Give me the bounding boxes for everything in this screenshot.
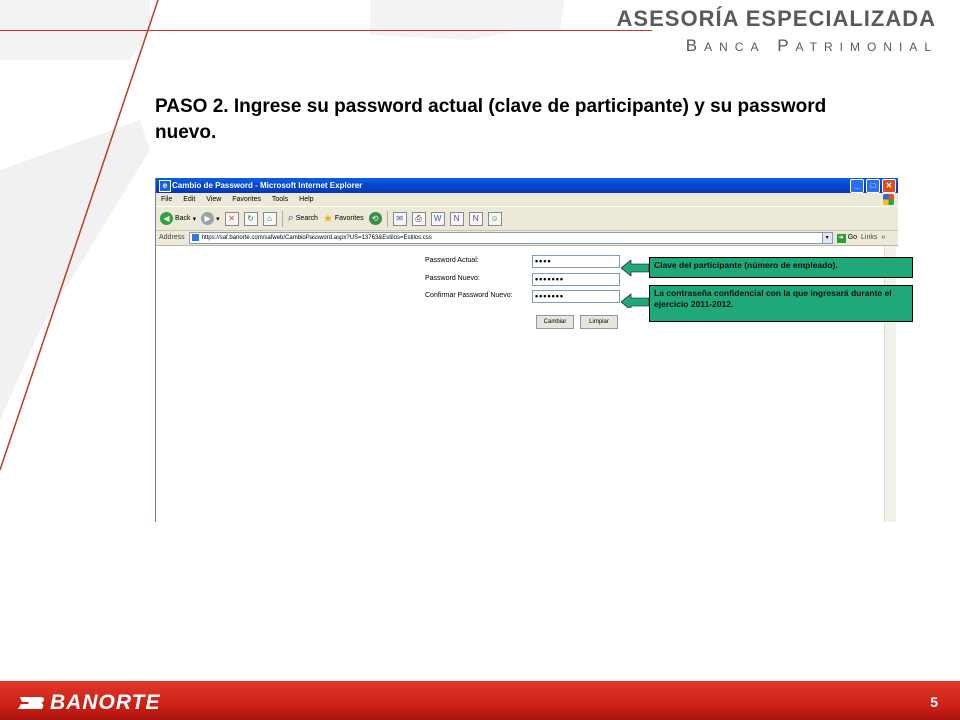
menu-view[interactable]: View bbox=[206, 196, 221, 203]
clear-button[interactable]: Limpiar bbox=[580, 315, 618, 329]
address-bar: Address https://saf.banorte.com/safweb/C… bbox=[156, 231, 898, 246]
stop-icon[interactable]: ✕ bbox=[224, 211, 239, 226]
chevron-right-icon[interactable]: » bbox=[881, 231, 885, 245]
print-icon[interactable]: ⎙ bbox=[411, 211, 426, 226]
browser-title-bar: e Cambio de Password - Microsoft Interne… bbox=[156, 178, 898, 193]
footer-logo: BANORTE bbox=[50, 691, 161, 714]
address-dropdown-icon[interactable]: ▾ bbox=[821, 233, 832, 243]
search-button[interactable]: ⌕ Search bbox=[288, 212, 318, 225]
address-label: Address bbox=[159, 234, 185, 241]
menu-tools[interactable]: Tools bbox=[272, 196, 288, 203]
onenote-icon[interactable]: N bbox=[449, 211, 464, 226]
dropdown-arrow-icon: ▾ bbox=[216, 215, 220, 223]
callout-arrow-second bbox=[621, 293, 650, 308]
forward-arrow-icon: ▶ bbox=[201, 212, 215, 225]
address-value: https://saf.banorte.com/safweb/CambioPas… bbox=[201, 235, 432, 241]
links-button[interactable]: Links bbox=[861, 231, 877, 245]
history-icon[interactable]: ⟲ bbox=[368, 212, 382, 225]
toolbar-separator bbox=[281, 210, 283, 227]
current-password-field[interactable]: •••• bbox=[532, 255, 620, 268]
onenote-send-icon[interactable]: N bbox=[468, 211, 483, 226]
menu-edit[interactable]: Edit bbox=[183, 196, 195, 203]
browser-window: e Cambio de Password - Microsoft Interne… bbox=[155, 178, 898, 522]
menu-help[interactable]: Help bbox=[299, 196, 313, 203]
banorte-logo-icon bbox=[18, 697, 44, 709]
new-password-field[interactable]: ••••••• bbox=[532, 273, 620, 286]
callout-arrows bbox=[621, 260, 650, 308]
current-password-label: Password Actual: bbox=[425, 257, 479, 264]
minimize-button[interactable]: _ bbox=[850, 179, 864, 193]
home-icon[interactable]: ⌂ bbox=[262, 211, 277, 226]
back-arrow-icon: ◀ bbox=[160, 212, 173, 225]
close-button[interactable]: ✕ bbox=[882, 179, 896, 193]
back-label: Back bbox=[175, 215, 191, 222]
forward-button[interactable]: ▶ ▾ bbox=[201, 212, 220, 225]
go-label: Go bbox=[847, 234, 858, 241]
windows-logo-icon bbox=[883, 194, 894, 205]
callout-arrow-first bbox=[621, 260, 650, 277]
step-title: PASO 2. Ingrese su password actual (clav… bbox=[155, 96, 827, 143]
new-password-label: Password Nuevo: bbox=[425, 275, 480, 282]
confirm-password-label: Confirmar Password Nuevo: bbox=[425, 292, 513, 299]
refresh-icon[interactable]: ↻ bbox=[243, 211, 258, 226]
confirm-password-field[interactable]: ••••••• bbox=[532, 290, 620, 303]
browser-window-title: Cambio de Password - Microsoft Internet … bbox=[172, 181, 363, 190]
search-icon: ⌕ bbox=[287, 212, 294, 224]
toolbar-separator bbox=[386, 210, 388, 227]
page-number: 5 bbox=[930, 694, 938, 710]
mail-icon[interactable]: ✉ bbox=[392, 211, 407, 226]
search-label: Search bbox=[295, 215, 318, 222]
ie-app-icon: e bbox=[159, 180, 171, 192]
word-icon[interactable]: W bbox=[430, 211, 445, 226]
change-button[interactable]: Cambiar bbox=[536, 315, 574, 329]
star-icon: ★ bbox=[322, 213, 333, 225]
go-arrow-icon: ➔ bbox=[836, 234, 846, 243]
browser-toolbar: ◀ Back ▾ ▶ ▾ ✕ ↻ ⌂ ⌕ Search ★ Favorites … bbox=[156, 206, 898, 231]
back-button[interactable]: ◀ Back ▾ bbox=[160, 212, 196, 225]
go-button[interactable]: ➔ Go bbox=[836, 231, 858, 245]
page-icon bbox=[191, 234, 199, 241]
callout-participant-key: Clave del participante (número de emplea… bbox=[649, 257, 913, 278]
address-input[interactable]: https://saf.banorte.com/safweb/CambioPas… bbox=[188, 232, 833, 244]
menu-favorites[interactable]: Favorites bbox=[232, 196, 261, 203]
brand-subtitle: Banca Patrimonial bbox=[685, 36, 938, 55]
header-rule bbox=[0, 30, 652, 31]
browser-menu-bar: File Edit View Favorites Tools Help bbox=[156, 193, 898, 206]
messenger-icon[interactable]: ☺ bbox=[487, 211, 502, 226]
dropdown-arrow-icon: ▾ bbox=[192, 215, 197, 223]
callout-new-password: La contraseña confidencial con la que in… bbox=[649, 285, 913, 322]
menu-file[interactable]: File bbox=[161, 196, 172, 203]
maximize-button[interactable]: □ bbox=[866, 179, 880, 193]
brand-title: ASESORÍA ESPECIALIZADA bbox=[616, 6, 936, 31]
window-controls: _ □ ✕ bbox=[850, 179, 896, 193]
favorites-label: Favorites bbox=[334, 215, 364, 222]
favorites-button[interactable]: ★ Favorites bbox=[323, 212, 364, 225]
